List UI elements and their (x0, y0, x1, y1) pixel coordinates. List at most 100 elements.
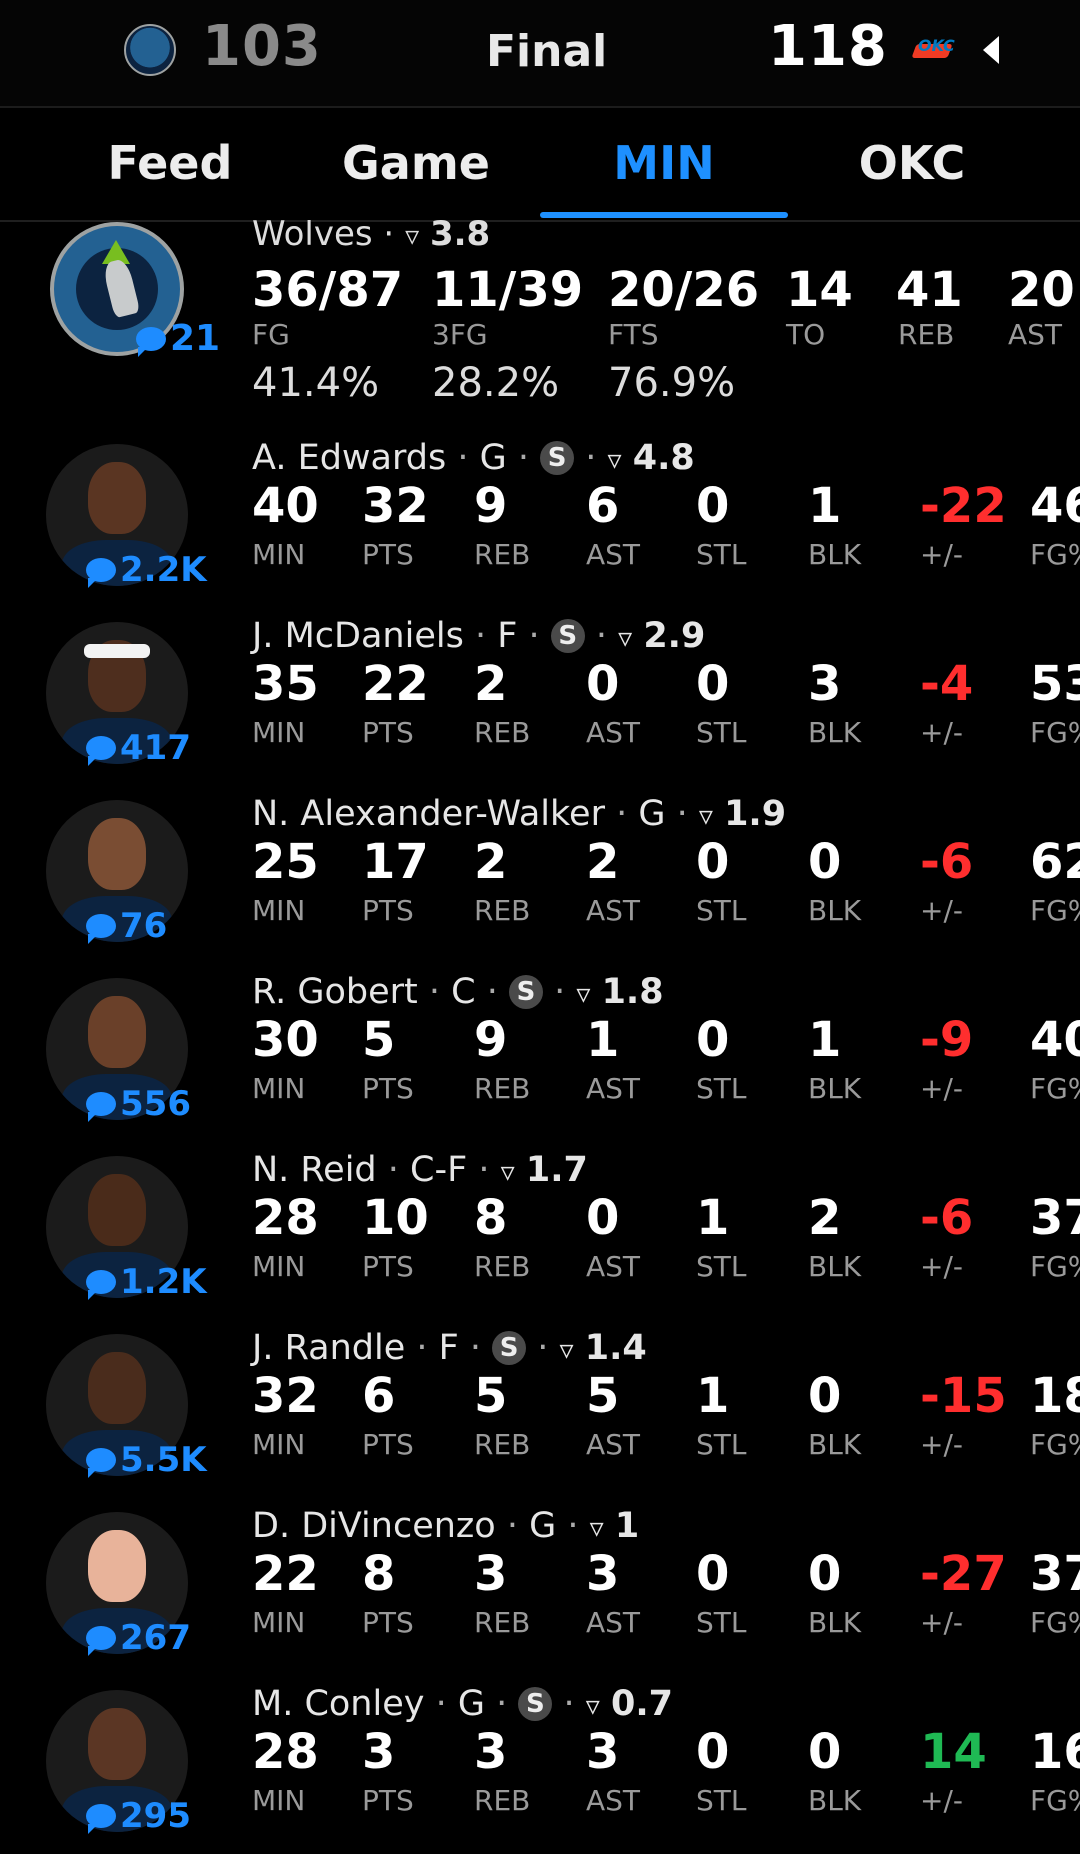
player-name-line[interactable]: R. Gobert · C · S · ▿ 1.8 (252, 972, 664, 1012)
stat-value-pts: 6 (362, 1368, 396, 1424)
stat-value-ast: 0 (586, 656, 620, 712)
stat-value-blk: 2 (808, 1190, 842, 1246)
collapse-caret-icon[interactable] (983, 36, 999, 64)
comment-bubble-icon (86, 558, 116, 588)
home-score: 118 (768, 14, 888, 79)
stat-value-: -15 (920, 1368, 1007, 1424)
stat-value-reb: 8 (474, 1190, 508, 1246)
stat-label: MIN (252, 716, 306, 749)
stat-value-stl: 0 (696, 1724, 730, 1780)
stat-value-reb: 5 (474, 1368, 508, 1424)
stat-value-fg: 16 (1030, 1724, 1080, 1780)
stat-label: BLK (808, 1606, 862, 1639)
tab-feed[interactable]: Feed (50, 136, 290, 190)
stat-value-: -22 (920, 478, 1007, 534)
stat-label: BLK (808, 1784, 862, 1817)
player-comment-count[interactable]: 267 (86, 1618, 191, 1658)
stat-value-reb: 3 (474, 1546, 508, 1602)
comment-bubble-icon (86, 1804, 116, 1834)
stat-label: PTS (362, 1072, 414, 1105)
stat-label: +/- (920, 1428, 963, 1461)
stat-label: STL (696, 1072, 747, 1105)
tab-okc[interactable]: OKC (792, 136, 1032, 190)
rating-triangle-icon: ▿ (589, 1511, 604, 1544)
player-comment-count[interactable]: 417 (86, 728, 191, 768)
stat-value-min: 28 (252, 1724, 319, 1780)
stat-value-: -27 (920, 1546, 1007, 1602)
timberwolves-logo-icon[interactable] (124, 24, 176, 76)
team-comment-count[interactable]: 21 (136, 318, 220, 359)
team-fg-label: FG (252, 318, 290, 351)
stat-label: BLK (808, 538, 862, 571)
stat-value-reb: 2 (474, 834, 508, 890)
starter-badge: S (540, 441, 575, 475)
player-name-line[interactable]: D. DiVincenzo · G · ▿ 1 (252, 1506, 639, 1546)
team-fg-pct: 41.4% (252, 360, 380, 406)
player-comment-count[interactable]: 556 (86, 1084, 191, 1124)
stat-label: PTS (362, 894, 414, 927)
stat-label: +/- (920, 1606, 963, 1639)
stat-label: BLK (808, 1428, 862, 1461)
player-comment-count[interactable]: 76 (86, 906, 167, 946)
stat-value-min: 28 (252, 1190, 319, 1246)
player-row[interactable]: 417 J. McDaniels · F · S · ▿ 2.9 35 MIN 22 PT… (0, 608, 1080, 786)
team-reb-value: 41 (896, 262, 963, 318)
stat-value-ast: 3 (586, 1724, 620, 1780)
team-fg-value: 36/87 (252, 262, 404, 318)
tab-game[interactable]: Game (296, 136, 536, 190)
stat-value-: -6 (920, 1190, 974, 1246)
stat-value-blk: 0 (808, 1368, 842, 1424)
stat-value-reb: 3 (474, 1724, 508, 1780)
stat-label: FG% (1030, 538, 1080, 571)
stat-value-pts: 5 (362, 1012, 396, 1068)
team-fts-label: FTS (608, 318, 659, 351)
stat-label: REB (474, 1606, 531, 1639)
tab-min[interactable]: MIN (544, 136, 784, 190)
stat-label: STL (696, 1428, 747, 1461)
stat-label: FG% (1030, 1428, 1080, 1461)
stat-value-min: 40 (252, 478, 319, 534)
stat-label: STL (696, 1250, 747, 1283)
thunder-logo-icon[interactable]: OKC (910, 30, 955, 70)
stat-label: PTS (362, 538, 414, 571)
player-row[interactable]: 76 N. Alexander-Walker · G · ▿ 1.9 25 MIN 17… (0, 786, 1080, 964)
starter-badge: S (518, 1687, 553, 1721)
player-row[interactable]: 295 M. Conley · G · S · ▿ 0.7 28 MIN 3 PTS 3 RE… (0, 1676, 1080, 1854)
player-name-line[interactable]: J. Randle · F · S · ▿ 1.4 (252, 1328, 647, 1368)
stat-label: AST (586, 538, 641, 571)
player-name-line[interactable]: J. McDaniels · F · S · ▿ 2.9 (252, 616, 705, 656)
stat-label: AST (586, 1428, 641, 1461)
stat-value-fg: 62 (1030, 834, 1080, 890)
stat-label: AST (586, 716, 641, 749)
stat-label: FG% (1030, 1072, 1080, 1105)
player-comment-count[interactable]: 2.2K (86, 550, 207, 590)
player-row[interactable]: 267 D. DiVincenzo · G · ▿ 1 22 MIN 8 PTS 3 REB 3… (0, 1498, 1080, 1676)
rating-triangle-icon: ▿ (698, 799, 713, 832)
player-name-line[interactable]: N. Alexander-Walker · G · ▿ 1.9 (252, 794, 786, 834)
player-row[interactable]: 2.2K A. Edwards · G · S · ▿ 4.8 40 MIN 32 PTS… (0, 430, 1080, 608)
stat-value-stl: 1 (696, 1190, 730, 1246)
stat-label: REB (474, 1784, 531, 1817)
player-name-line[interactable]: M. Conley · G · S · ▿ 0.7 (252, 1684, 673, 1724)
stat-value-ast: 5 (586, 1368, 620, 1424)
stat-label: FG% (1030, 1606, 1080, 1639)
player-comment-count[interactable]: 295 (86, 1796, 191, 1836)
player-row[interactable]: 1.2K N. Reid · C-F · ▿ 1.7 28 MIN 10 PTS 8 REB 0… (0, 1142, 1080, 1320)
player-row[interactable]: 556 R. Gobert · C · S · ▿ 1.8 30 MIN 5 PTS 9 RE… (0, 964, 1080, 1142)
rating-triangle-icon: ▿ (500, 1155, 515, 1188)
player-name-line[interactable]: A. Edwards · G · S · ▿ 4.8 (252, 438, 695, 478)
player-comment-count[interactable]: 5.5K (86, 1440, 207, 1480)
tab-bar: Feed Game MIN OKC (0, 108, 1080, 222)
stat-value-stl: 0 (696, 478, 730, 534)
player-row[interactable]: 5.5K J. Randle · F · S · ▿ 1.4 32 MIN 6 PTS 5 R… (0, 1320, 1080, 1498)
stat-label: FG% (1030, 1784, 1080, 1817)
stat-value-: 14 (920, 1724, 987, 1780)
team-3fg-label: 3FG (432, 318, 488, 351)
team-ast-label: AST (1008, 318, 1063, 351)
stat-label: BLK (808, 1250, 862, 1283)
stat-label: PTS (362, 1250, 414, 1283)
player-name-line[interactable]: N. Reid · C-F · ▿ 1.7 (252, 1150, 588, 1190)
player-comment-count[interactable]: 1.2K (86, 1262, 207, 1302)
stat-value-stl: 1 (696, 1368, 730, 1424)
stat-value-blk: 0 (808, 1724, 842, 1780)
